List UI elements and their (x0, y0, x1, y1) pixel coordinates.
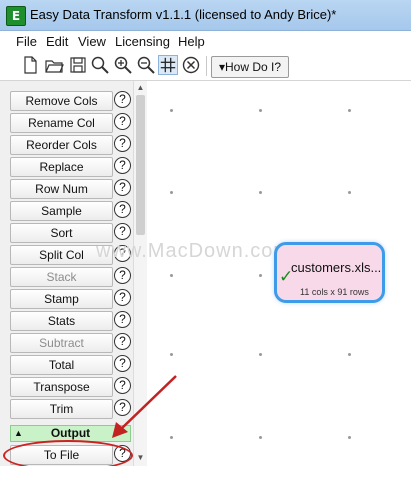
scroll-down-icon[interactable]: ▼ (135, 453, 146, 464)
transform-button[interactable]: Stats (10, 311, 113, 331)
grid-dot (259, 191, 262, 194)
menu-file[interactable]: File (16, 34, 37, 49)
window-title: Easy Data Transform v1.1.1 (licensed to … (30, 7, 337, 22)
help-icon[interactable]: ? (114, 201, 131, 218)
grid-dot (170, 109, 173, 112)
menu-edit[interactable]: Edit (46, 34, 68, 49)
transform-button[interactable]: Stamp (10, 289, 113, 309)
grid-dot (259, 436, 262, 439)
menu-view[interactable]: View (78, 34, 106, 49)
help-icon[interactable]: ? (114, 267, 131, 284)
help-icon[interactable]: ? (114, 333, 131, 350)
data-node[interactable]: ✓ customers.xls... 11 cols x 91 rows (274, 242, 385, 303)
tool-row: Replace? (10, 157, 133, 177)
help-icon[interactable]: ? (114, 157, 131, 174)
tool-row: Row Num? (10, 179, 133, 199)
search-icon[interactable] (90, 55, 110, 75)
grid-dot (348, 353, 351, 356)
grid-dot (348, 109, 351, 112)
grid-dot (259, 109, 262, 112)
scroll-up-icon[interactable]: ▲ (135, 83, 146, 94)
help-icon[interactable]: ? (114, 355, 131, 372)
how-do-i-button[interactable]: ▾How Do I? (211, 56, 289, 78)
section-collapse-icon[interactable]: ▲ (14, 426, 23, 441)
transform-button[interactable]: Stack (10, 267, 113, 287)
menu-help[interactable]: Help (178, 34, 205, 49)
open-folder-icon[interactable] (44, 55, 64, 75)
cancel-icon[interactable] (181, 55, 201, 75)
app-logo-icon: E (6, 6, 26, 26)
transform-button[interactable]: Total (10, 355, 113, 375)
watermark: www.MacDown.com (96, 240, 292, 262)
transform-button[interactable]: Transpose (10, 377, 113, 397)
tool-row: Reorder Cols? (10, 135, 133, 155)
tool-row: Remove Cols? (10, 91, 133, 111)
grid-dot (348, 191, 351, 194)
zoom-in-icon[interactable] (113, 55, 133, 75)
menu-bar: File Edit View Licensing Help (0, 31, 411, 53)
tool-row: Stats? (10, 311, 133, 331)
toolbar: ▾How Do I? (0, 53, 411, 81)
help-icon[interactable]: ? (114, 311, 131, 328)
scroll-thumb[interactable] (136, 95, 145, 235)
node-title: customers.xls... (291, 260, 382, 275)
tool-row: Rename Col? (10, 113, 133, 133)
annotation-arrow (112, 375, 177, 438)
grid-dot (348, 436, 351, 439)
grid-dot (170, 353, 173, 356)
output-section-label: Output (50, 426, 91, 440)
transform-button[interactable]: Remove Cols (10, 91, 113, 111)
save-icon[interactable] (68, 55, 88, 75)
new-file-icon[interactable] (20, 55, 40, 75)
help-icon[interactable]: ? (114, 91, 131, 108)
transform-button[interactable]: Row Num (10, 179, 113, 199)
transform-button[interactable]: Replace (10, 157, 113, 177)
transform-button[interactable]: Subtract (10, 333, 113, 353)
node-subtitle: 11 cols x 91 rows (300, 287, 369, 297)
title-bar: E Easy Data Transform v1.1.1 (licensed t… (0, 0, 411, 31)
zoom-out-icon[interactable] (136, 55, 156, 75)
help-icon[interactable]: ? (114, 289, 131, 306)
tool-row: Subtract? (10, 333, 133, 353)
grid-dot (170, 274, 173, 277)
tool-row: Stack? (10, 267, 133, 287)
help-icon[interactable]: ? (114, 179, 131, 196)
transform-button[interactable]: Sample (10, 201, 113, 221)
grid-dot (259, 353, 262, 356)
help-icon[interactable]: ? (114, 135, 131, 152)
transform-button[interactable]: Rename Col (10, 113, 113, 133)
toolbar-separator (206, 56, 207, 76)
help-icon[interactable]: ? (114, 113, 131, 130)
tool-row: Stamp? (10, 289, 133, 309)
grid-icon[interactable] (158, 55, 178, 75)
grid-dot (170, 191, 173, 194)
transform-button[interactable]: Trim (10, 399, 113, 419)
status-bar (0, 466, 411, 500)
transform-button[interactable]: Reorder Cols (10, 135, 113, 155)
grid-dot (259, 274, 262, 277)
menu-licensing[interactable]: Licensing (115, 34, 170, 49)
tool-row: Sample? (10, 201, 133, 221)
help-icon[interactable]: ? (114, 223, 131, 240)
